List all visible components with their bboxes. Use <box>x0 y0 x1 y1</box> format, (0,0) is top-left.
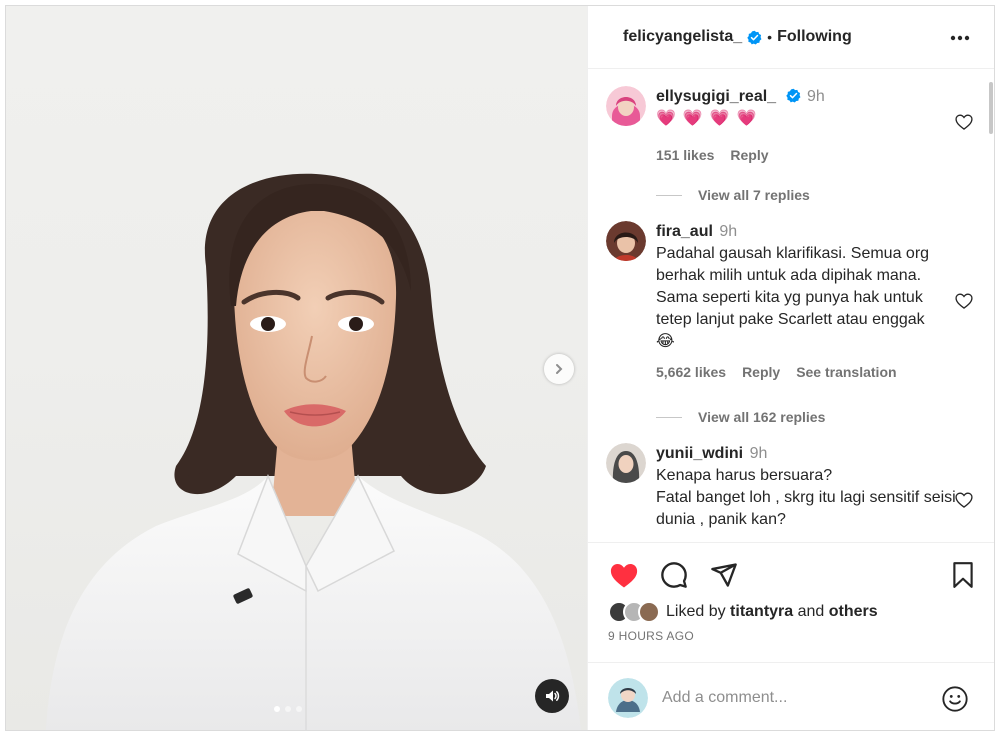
comment-meta: 151 likes Reply <box>656 144 956 166</box>
avatar <box>638 601 660 623</box>
comment-like-button[interactable] <box>954 490 974 510</box>
speaker-icon <box>546 690 560 702</box>
comment-text: Kenapa harus bersuara? Fatal banget loh … <box>656 467 956 528</box>
reply-button[interactable]: Reply <box>742 361 780 383</box>
comment-bubble-icon <box>661 562 687 588</box>
liked-by-username[interactable]: titantyra <box>730 603 793 621</box>
like-button[interactable] <box>608 559 640 591</box>
avatar-image <box>606 86 646 126</box>
reply-button[interactable]: Reply <box>730 144 768 166</box>
action-buttons <box>608 559 740 591</box>
see-translation-link[interactable]: See translation <box>796 361 896 383</box>
heart-emoji: 💗 <box>682 110 703 127</box>
comment-time: 9h <box>806 88 825 105</box>
post-media[interactable] <box>6 6 587 730</box>
carousel-indicator <box>274 706 302 712</box>
liked-by-row: Liked by titantyra and others <box>608 601 878 623</box>
avatar-image <box>606 443 646 483</box>
add-comment-input[interactable] <box>662 685 922 711</box>
avatar-image <box>608 678 648 718</box>
liked-by-others-link[interactable]: others <box>829 603 878 621</box>
laughing-emoji: 😂 <box>656 333 675 350</box>
audio-toggle-button[interactable] <box>535 679 569 713</box>
view-replies-link[interactable]: View all 7 replies <box>656 187 810 203</box>
post-window: felicyangelista_ • Following ellysugigi_… <box>5 5 995 731</box>
comment-time: 9h <box>719 223 738 240</box>
heart-emoji: 💗 <box>709 110 730 127</box>
comment-likes[interactable]: 5,662 likes <box>656 361 726 383</box>
heart-emoji: 💗 <box>736 110 757 127</box>
comment-like-button[interactable] <box>954 112 974 132</box>
heart-outline-icon <box>955 293 973 309</box>
comment-body: ellysugigi_real_ 9h 💗 💗 💗 💗 151 likes Reply <box>656 86 956 166</box>
post-actions: Liked by titantyra and others 9 HOURS AG… <box>588 542 994 662</box>
send-icon <box>711 563 737 587</box>
avatar[interactable] <box>606 443 646 483</box>
comment-username[interactable]: yunii_wdini <box>656 445 743 462</box>
comment-like-button[interactable] <box>954 291 974 311</box>
view-replies-link[interactable]: View all 162 replies <box>656 409 825 425</box>
comment-meta: 5,662 likes Reply See translation <box>656 361 956 383</box>
post-sidebar: felicyangelista_ • Following ellysugigi_… <box>587 6 994 730</box>
comments-list[interactable]: ellysugigi_real_ 9h 💗 💗 💗 💗 151 likes Reply <box>588 70 994 542</box>
avatar-image <box>606 221 646 261</box>
more-options-button[interactable] <box>948 26 972 50</box>
carousel-dot <box>285 706 291 712</box>
save-button[interactable] <box>947 559 979 591</box>
comment-text: 💗 💗 💗 💗 <box>656 108 956 130</box>
carousel-dot <box>296 706 302 712</box>
comment-text: Padahal gausah klarifikasi. Semua org be… <box>656 245 930 328</box>
post-author-username[interactable]: felicyangelista_ <box>623 28 742 46</box>
bookmark-icon <box>953 562 973 588</box>
heart-outline-icon <box>955 114 973 130</box>
verified-badge-icon <box>785 88 800 103</box>
chevron-right-icon <box>556 364 563 374</box>
avatar[interactable] <box>606 221 646 261</box>
heart-emoji: 💗 <box>656 110 676 127</box>
current-user-avatar <box>608 678 648 718</box>
post-header: felicyangelista_ • Following <box>588 6 994 69</box>
heart-outline-icon <box>955 492 973 508</box>
smiley-icon <box>942 686 968 712</box>
comment-likes[interactable]: 151 likes <box>656 144 714 166</box>
post-timestamp[interactable]: 9 HOURS AGO <box>608 629 694 643</box>
comment-time: 9h <box>749 445 768 462</box>
share-button[interactable] <box>708 559 740 591</box>
following-button[interactable]: Following <box>777 28 852 46</box>
emoji-picker-button[interactable] <box>941 685 969 713</box>
carousel-dot <box>274 706 280 712</box>
heart-filled-icon <box>610 564 638 588</box>
comment-body: yunii_wdini 9h Kenapa harus bersuara? Fa… <box>656 443 956 531</box>
avatar[interactable] <box>606 86 646 126</box>
verified-badge-icon <box>747 30 762 45</box>
comments-scrollbar[interactable] <box>989 82 993 134</box>
video-frame-person <box>46 173 581 730</box>
liked-by-prefix: Liked by <box>666 603 726 620</box>
comment-body: fira_aul 9h Padahal gausah klarifikasi. … <box>656 221 956 383</box>
liker-avatars[interactable] <box>608 601 660 623</box>
carousel-next-button[interactable] <box>544 354 574 384</box>
comment-button[interactable] <box>658 559 690 591</box>
header-separator: • <box>767 29 773 45</box>
comment-username[interactable]: fira_aul <box>656 223 713 240</box>
more-horizontal-icon <box>950 35 970 41</box>
liked-by-and: and <box>797 603 825 620</box>
comment-username[interactable]: ellysugigi_real_ <box>656 88 776 105</box>
add-comment-bar <box>588 662 994 730</box>
